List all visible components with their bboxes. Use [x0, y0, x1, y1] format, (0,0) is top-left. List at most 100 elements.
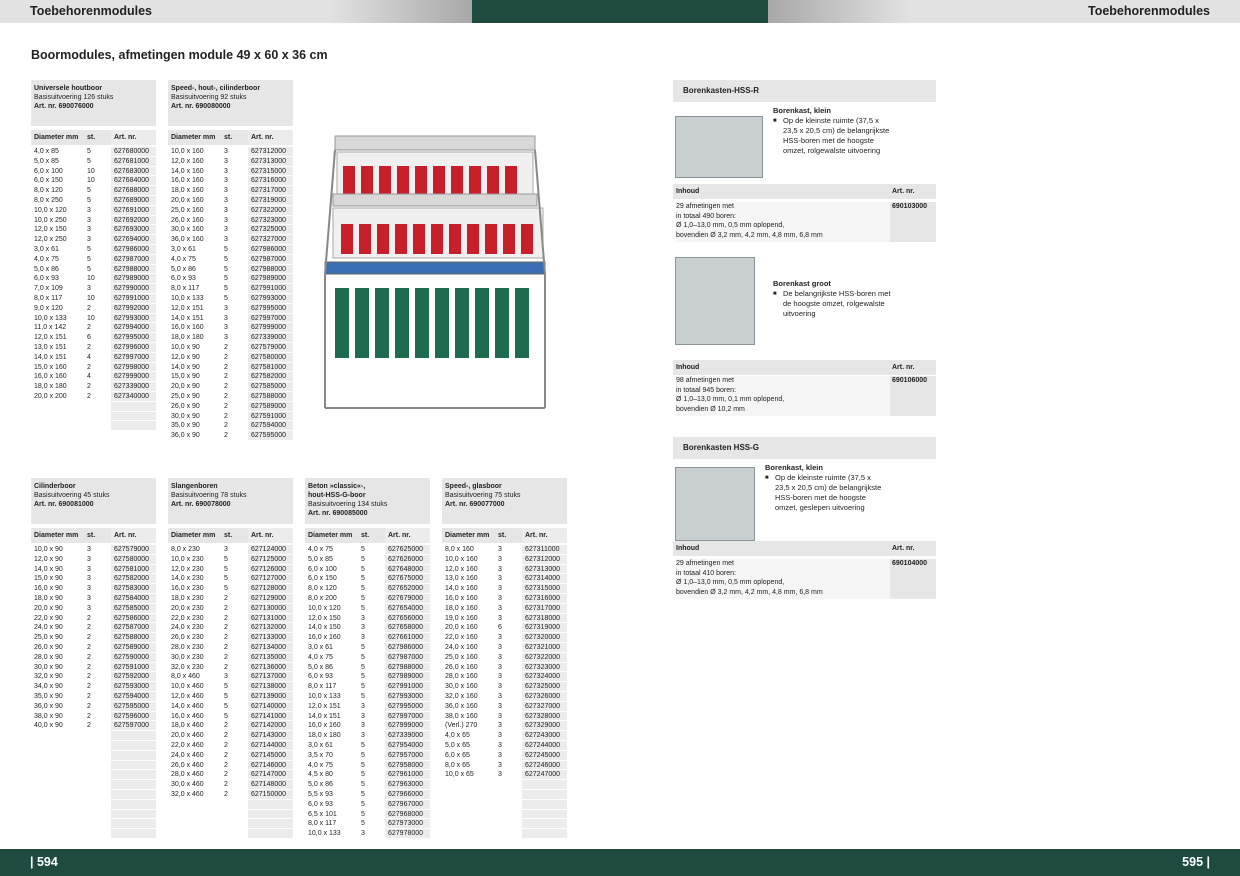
- table-row: 5,0 x 86 5 627988000: [305, 662, 430, 673]
- cell-st: 5: [224, 683, 228, 691]
- table-row: [31, 789, 156, 800]
- cell-diameter: [31, 412, 87, 421]
- cell-art: [248, 799, 293, 809]
- cell-st: 3: [361, 830, 365, 838]
- cell-st: 5: [361, 741, 365, 749]
- cell-art: 627679000: [385, 593, 430, 603]
- cell-art: [522, 819, 567, 829]
- table-row: 22,0 x 230 2 627131000: [168, 613, 293, 624]
- table-row: [31, 829, 156, 839]
- col-st: st.: [87, 532, 96, 539]
- cell-art: [111, 731, 156, 740]
- table-row: 32,0 x 460 2 627150000: [168, 789, 293, 800]
- cell-st: 3: [224, 206, 228, 214]
- cell-art: 627987000: [385, 652, 430, 662]
- table-row: 4,0 x 75 5 627625000: [305, 545, 430, 555]
- cell-diameter: 20,0 x 230: [171, 604, 204, 612]
- cell-diameter: 32,0 x 90: [34, 673, 63, 681]
- cell-art: 627317000: [248, 186, 293, 195]
- cell-diameter: 5,5 x 93: [308, 790, 333, 798]
- cell-diameter: 10,0 x 230: [171, 555, 204, 563]
- cell-st: 5: [224, 702, 228, 710]
- cell-diameter: 6,0 x 100: [308, 565, 337, 573]
- cell-st: [87, 421, 111, 430]
- cell-diameter: (Verl.) 270: [445, 722, 478, 730]
- table-row: 30,0 x 160 3 627325000: [442, 682, 567, 692]
- cell-art: 627997000: [385, 711, 430, 721]
- cell-st: 2: [224, 781, 228, 789]
- cell-st: 3: [224, 177, 228, 185]
- table-row: 5,0 x 65 3 627244000: [442, 740, 567, 751]
- table-row: 16,0 x 160 3 627999000: [168, 323, 293, 334]
- cell-st: 2: [224, 653, 228, 661]
- cell-art: [522, 780, 567, 789]
- col-art: Art. nr.: [111, 130, 156, 145]
- cell-st: [87, 780, 111, 789]
- module-art-nr: Art. nr. 690078000: [171, 501, 231, 508]
- cell-art: 627997000: [248, 313, 293, 323]
- table-row: 30,0 x 460 2 627148000: [168, 780, 293, 790]
- cell-st: 2: [224, 624, 228, 632]
- cell-st: 2: [224, 594, 228, 602]
- cell-st: 3: [87, 555, 91, 563]
- footer-bar: | 594 595 |: [0, 849, 1240, 876]
- cell-diameter: 35,0 x 90: [171, 422, 200, 430]
- cell-art: 627594000: [111, 691, 156, 701]
- col-inhoud: Inhoud: [676, 364, 700, 371]
- cell-diameter: 10,0 x 120: [308, 604, 341, 612]
- cell-art: [522, 829, 567, 838]
- col-art-nr: Art. nr.: [892, 545, 915, 552]
- table-row: 22,0 x 460 2 627144000: [168, 740, 293, 751]
- module-art-nr: Art. nr. 690076000: [34, 103, 94, 110]
- cell-diameter: 5,0 x 86: [34, 265, 59, 273]
- cell-st: [498, 819, 522, 828]
- cell-st: 5: [224, 555, 228, 563]
- cell-diameter: 25,0 x 90: [171, 392, 200, 400]
- cell-st: 10: [87, 167, 95, 175]
- cell-st: 3: [498, 751, 502, 759]
- table-row: 14,0 x 230 5 627127000: [168, 574, 293, 585]
- col-art: Art. nr.: [385, 528, 430, 543]
- cell-st: [87, 800, 111, 809]
- box-section-header: Borenkasten HSS-G: [673, 437, 936, 459]
- cell-art: [522, 809, 567, 819]
- cell-diameter: 12,0 x 151: [171, 304, 204, 312]
- cell-art: 627581000: [248, 362, 293, 372]
- cell-diameter: 4,0 x 75: [308, 653, 333, 661]
- cell-st: 3: [87, 236, 91, 244]
- cell-diameter: 12,0 x 460: [171, 692, 204, 700]
- table-row: 8,0 x 120 5 627652000: [305, 584, 430, 594]
- table-row: [31, 819, 156, 830]
- table-row: 4,0 x 75 5 627987000: [31, 254, 156, 265]
- contents-line: Ø 1,0–13,0 mm, 0,5 mm oplopend,: [676, 579, 785, 586]
- cell-art: 627989000: [385, 672, 430, 682]
- cell-st: 5: [361, 604, 365, 612]
- table-row: 36,0 x 160 3 627327000: [442, 701, 567, 712]
- table-row: 6,0 x 93 5 627967000: [305, 799, 430, 810]
- cell-art: 627968000: [385, 809, 430, 819]
- cell-art: 627585000: [248, 382, 293, 391]
- table-row: 5,0 x 86 5 627988000: [31, 264, 156, 275]
- cell-art: 627585000: [111, 603, 156, 613]
- table-row: 25,0 x 90 2 627588000: [31, 633, 156, 643]
- cell-art: 627595000: [111, 701, 156, 711]
- cell-art: 627995000: [385, 701, 430, 711]
- cell-art: 627625000: [385, 545, 430, 554]
- cell-diameter: 12,0 x 250: [34, 236, 67, 244]
- table-row: 18,0 x 180 3 627339000: [168, 333, 293, 343]
- cell-art: 627579000: [248, 342, 293, 352]
- cell-art: [522, 799, 567, 809]
- table-row: 4,0 x 75 5 627987000: [168, 254, 293, 265]
- cell-st: 2: [87, 363, 91, 371]
- table-row: 24,0 x 230 2 627132000: [168, 623, 293, 634]
- table-row: [31, 809, 156, 820]
- table-row: 18,0 x 160 3 627317000: [442, 603, 567, 614]
- cell-st: 10: [87, 275, 95, 283]
- page-title: Boormodules, afmetingen module 49 x 60 x…: [31, 48, 328, 62]
- cell-st: 2: [87, 673, 91, 681]
- cell-diameter: 32,0 x 160: [445, 692, 478, 700]
- cell-diameter: 6,0 x 93: [308, 800, 333, 808]
- cell-art: 627316000: [248, 176, 293, 186]
- cell-st: 3: [87, 216, 91, 224]
- cell-st: [87, 731, 111, 740]
